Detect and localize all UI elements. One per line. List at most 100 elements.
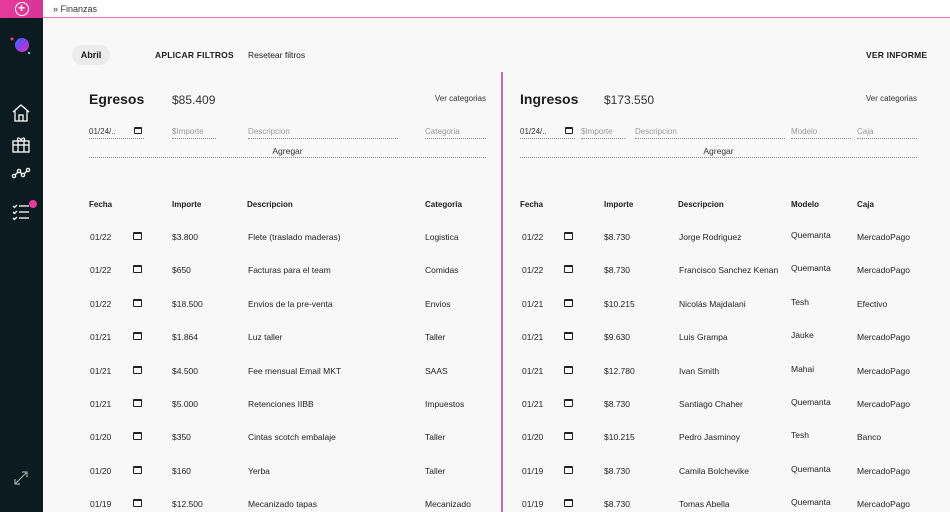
cell-modelo: Jauke — [791, 330, 814, 341]
breadcrumb[interactable]: » Finanzas — [53, 4, 97, 14]
expand-arrows-icon[interactable] — [13, 470, 29, 486]
egresos-categoria-input[interactable]: Categoria — [425, 125, 486, 139]
egresos-descripcion-input[interactable]: Descripcion — [248, 125, 398, 139]
table-row[interactable]: 01/19 $12.500 Mecanizado tapas Mecanizado — [89, 499, 486, 512]
analytics-icon[interactable] — [11, 163, 31, 183]
tasks-icon[interactable] — [11, 202, 31, 222]
calendar-icon[interactable] — [133, 432, 142, 441]
egresos-categories-link[interactable]: Ver categorias — [435, 94, 486, 103]
cell-descripcion: Pedro Jasminoy — [679, 432, 740, 443]
calendar-icon[interactable] — [133, 399, 142, 407]
cell-descripcion: Fee mensual Email MKT — [248, 365, 342, 376]
cell-categoria: Logistica — [425, 232, 459, 242]
calendar-icon[interactable] — [564, 399, 573, 407]
table-row[interactable]: 01/21 $1.864 Luz taller Taller — [89, 332, 486, 346]
ingresos-importe-input[interactable]: $Importe — [581, 125, 625, 139]
calendar-icon[interactable] — [134, 127, 142, 134]
ingresos-col-modelo[interactable]: Modelo — [791, 200, 819, 209]
calendar-icon[interactable] — [133, 465, 142, 474]
egresos-col-descripcion[interactable]: Descripcion — [247, 200, 293, 209]
ingresos-col-fecha[interactable]: Fecha — [520, 200, 543, 209]
calendar-icon[interactable] — [133, 265, 142, 274]
calendar-icon[interactable] — [564, 432, 573, 441]
view-report-button[interactable]: VER INFORME — [866, 50, 927, 60]
calendar-icon[interactable] — [564, 465, 573, 474]
cell-importe: $10.215 — [604, 432, 635, 443]
cell-caja: MercadoPago — [857, 499, 910, 510]
egresos-importe-input[interactable]: $Importe — [172, 125, 216, 139]
ingresos-col-descripcion[interactable]: Descripcion — [678, 200, 724, 209]
calendar-icon[interactable] — [133, 298, 142, 307]
table-row[interactable]: 01/20 $10.215 Pedro Jasminoy Tesh Banco — [520, 430, 917, 446]
calendar-icon[interactable] — [133, 332, 142, 341]
ingresos-panel: Ingresos $173.550 Ver categorias 01/24/.… — [520, 72, 917, 512]
ingresos-modelo-input[interactable]: Modelo — [791, 125, 851, 139]
cell-descripcion: Jorge Rodriguez — [679, 232, 742, 242]
calendar-icon[interactable] — [565, 127, 573, 134]
table-row[interactable]: 01/21 $9.630 Luis Grampa Jauke MercadoPago — [520, 330, 917, 346]
egresos-date-input[interactable]: 01/24/.. — [89, 125, 144, 139]
cell-importe: $4.500 — [172, 365, 198, 376]
cell-descripcion: Nicolás Majdalani — [679, 298, 746, 309]
cell-descripcion: Camila Bolchevike — [679, 465, 749, 476]
cell-importe: $350 — [172, 432, 191, 443]
cell-caja: MercadoPago — [857, 399, 910, 409]
table-row[interactable]: 01/19 $8.730 Camila Bolchevike Quemanta Merc… — [520, 464, 917, 480]
table-row[interactable]: 01/19 $8.730 Tomas Abella Quemanta MercadoPa… — [520, 497, 917, 512]
calendar-icon[interactable] — [564, 298, 573, 307]
cell-descripcion: Santiago Chaher — [679, 399, 743, 409]
home-icon[interactable] — [11, 103, 31, 123]
table-row[interactable]: 01/21 $8.730 Santiago Chaher Quemanta Mercad… — [520, 397, 917, 413]
table-row[interactable]: 01/22 $650 Facturas para el team Comidas — [89, 265, 486, 279]
cell-fecha: 01/21 — [522, 399, 544, 409]
cell-importe: $8.730 — [604, 465, 630, 476]
calendar-icon[interactable] — [133, 232, 142, 240]
cell-fecha: 01/22 — [90, 298, 112, 309]
cell-fecha: 01/22 — [522, 232, 544, 242]
ingresos-categories-link[interactable]: Ver categorias — [866, 94, 917, 103]
gift-icon[interactable] — [11, 134, 31, 154]
cell-fecha: 01/19 — [522, 499, 544, 510]
cell-fecha: 01/22 — [522, 265, 544, 276]
calendar-icon[interactable] — [564, 499, 573, 508]
apply-filters-button[interactable]: APLICAR FILTROS — [155, 50, 234, 60]
cell-importe: $160 — [172, 465, 191, 476]
cell-categoria: Envios — [425, 298, 451, 309]
calendar-icon[interactable] — [564, 365, 573, 374]
cell-descripcion: Mecanizado tapas — [248, 499, 317, 510]
cell-caja: MercadoPago — [857, 465, 910, 476]
ingresos-caja-input[interactable]: Caja — [857, 125, 917, 139]
table-row[interactable]: 01/20 $160 Yerba Taller — [89, 465, 486, 480]
table-row[interactable]: 01/21 $10.215 Nicolás Majdalani Tesh Efectiv… — [520, 297, 917, 313]
ingresos-descripcion-input[interactable]: Descripcion — [635, 125, 785, 139]
egresos-col-importe[interactable]: Importe — [172, 200, 201, 209]
calendar-icon[interactable] — [133, 499, 142, 508]
cell-importe: $8.730 — [604, 499, 630, 510]
ingresos-add-button[interactable]: Agregar — [520, 144, 917, 158]
table-row[interactable]: 01/22 $8.730 Jorge Rodriguez Quemanta Mercad… — [520, 230, 917, 246]
calendar-icon[interactable] — [564, 265, 573, 274]
cell-modelo: Mahai — [791, 363, 815, 374]
table-row[interactable]: 01/22 $18.500 Envios de la pre-venta Envios — [89, 298, 486, 313]
cell-descripcion: Luis Grampa — [679, 332, 728, 343]
calendar-icon[interactable] — [564, 332, 573, 341]
cell-importe: $12.780 — [604, 365, 635, 376]
calendar-icon[interactable] — [564, 232, 573, 240]
table-row[interactable]: 01/21 $12.780 Ivan Smith Mahai MercadoPago — [520, 363, 917, 380]
egresos-add-button[interactable]: Agregar — [89, 144, 486, 158]
month-filter-chip[interactable]: Abril — [72, 45, 110, 65]
table-row[interactable]: 01/21 $5.000 Retenciones IIBB Impuestos — [89, 399, 486, 413]
ingresos-col-caja[interactable]: Caja — [857, 200, 874, 209]
table-row[interactable]: 01/21 $4.500 Fee mensual Email MKT SAAS — [89, 365, 486, 380]
egresos-col-categoria[interactable]: Categoria — [425, 200, 462, 209]
table-row[interactable]: 01/22 $8.730 Francisco Sanchez Kenan Queman… — [520, 263, 917, 279]
table-row[interactable]: 01/22 $3.800 Flete (traslado maderas) Logis… — [89, 232, 486, 246]
add-button[interactable]: + — [0, 0, 43, 18]
egresos-col-fecha[interactable]: Fecha — [89, 200, 112, 209]
ingresos-col-importe[interactable]: Importe — [604, 200, 633, 209]
reset-filters-button[interactable]: Resetear filtros — [248, 50, 305, 60]
calendar-icon[interactable] — [133, 365, 142, 374]
cell-caja: MercadoPago — [857, 332, 910, 343]
ingresos-date-input[interactable]: 01/24/.. — [520, 125, 575, 139]
table-row[interactable]: 01/20 $350 Cintas scotch embalaje Taller — [89, 432, 486, 446]
